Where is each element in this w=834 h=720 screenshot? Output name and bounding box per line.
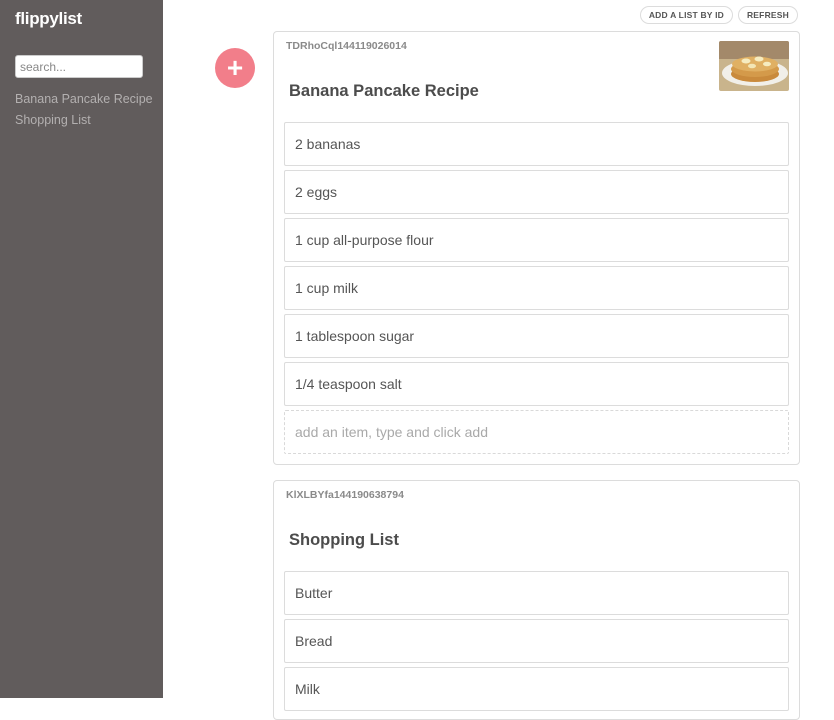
top-toolbar: ADD A LIST BY ID REFRESH [639,6,798,24]
list-item[interactable]: Butter [284,571,789,615]
list-items: Butter Bread Milk [284,571,789,715]
sidebar: flippylist Banana Pancake Recipe Shoppin… [0,0,163,698]
refresh-button[interactable]: REFRESH [737,6,798,24]
pancake-photo [719,41,789,91]
sidebar-item-shopping-list[interactable]: Shopping List [15,110,153,131]
list-item[interactable]: Milk [284,667,789,711]
sidebar-item-banana-pancake-recipe[interactable]: Banana Pancake Recipe [15,89,153,110]
list-card-banana-pancake-recipe: TDRhoCql144119026014 Banana Pancake Reci… [273,31,800,465]
list-item[interactable]: 1 tablespoon sugar [284,314,789,358]
list-item[interactable]: 1 cup all-purpose flour [284,218,789,262]
list-items: 2 bananas 2 eggs 1 cup all-purpose flour… [284,122,789,454]
list-id: KlXLBYfa144190638794 [286,489,404,501]
sidebar-list-nav: Banana Pancake Recipe Shopping List [15,89,153,131]
list-item[interactable]: Bread [284,619,789,663]
list-title: Banana Pancake Recipe [289,82,479,100]
list-item[interactable]: 1/4 teaspoon salt [284,362,789,406]
list-card-shopping-list: KlXLBYfa144190638794 Shopping List Butte… [273,480,800,720]
list-item[interactable]: 2 bananas [284,122,789,166]
plus-icon: + [226,52,244,83]
list-item[interactable]: 1 cup milk [284,266,789,310]
add-list-button[interactable]: + [215,48,255,88]
list-id: TDRhoCql144119026014 [286,40,407,52]
list-item[interactable]: 2 eggs [284,170,789,214]
add-item-input[interactable]: add an item, type and click add [284,410,789,454]
app-logo[interactable]: flippylist [15,9,82,29]
search-input[interactable] [15,55,143,78]
list-title: Shopping List [289,531,399,549]
add-list-by-id-button[interactable]: ADD A LIST BY ID [639,6,733,24]
